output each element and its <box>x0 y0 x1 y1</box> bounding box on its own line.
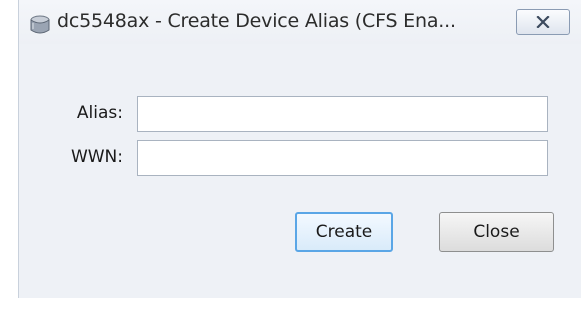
title-bar: dc5548ax - Create Device Alias (CFS Ena.… <box>19 0 581 44</box>
close-icon <box>536 16 550 28</box>
create-device-alias-dialog: dc5548ax - Create Device Alias (CFS Ena.… <box>18 0 581 298</box>
alias-input[interactable] <box>137 96 548 132</box>
close-button[interactable]: Close <box>439 212 554 252</box>
wwn-label: WWN: <box>70 147 123 167</box>
create-button[interactable]: Create <box>295 212 393 252</box>
wwn-input[interactable] <box>137 140 548 176</box>
dialog-content: Alias: WWN: Create Close <box>19 44 581 298</box>
device-icon <box>29 14 51 36</box>
window-title: dc5548ax - Create Device Alias (CFS Ena.… <box>57 10 456 32</box>
window-close-button[interactable] <box>516 9 570 35</box>
alias-label: Alias: <box>76 103 123 123</box>
